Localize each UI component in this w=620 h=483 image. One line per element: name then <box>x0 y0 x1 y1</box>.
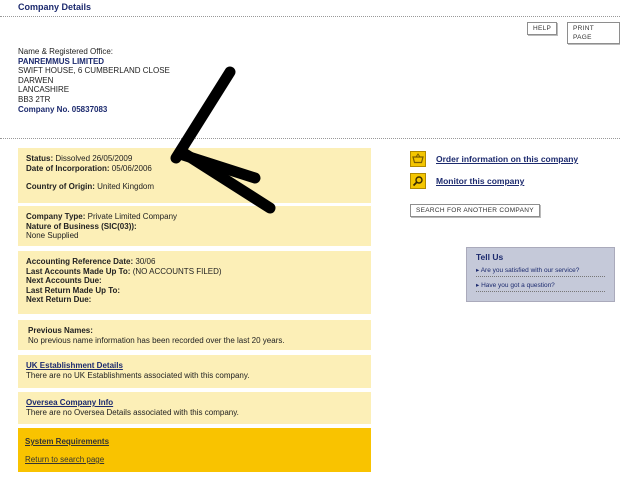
next-accounts-label: Next Accounts Due: <box>26 276 102 286</box>
previous-names-panel: Previous Names: No previous name informa… <box>18 320 371 350</box>
company-number: Company No. 05837083 <box>18 104 108 114</box>
company-type-label: Company Type: <box>26 212 86 221</box>
search-another-company-button[interactable]: SEARCH FOR ANOTHER COMPANY <box>410 204 540 217</box>
status-value: Dissolved 26/05/2009 <box>55 154 133 163</box>
nature-value: None Supplied <box>26 231 79 241</box>
magnifier-icon[interactable] <box>410 173 426 189</box>
country-value: United Kingdom <box>97 182 155 192</box>
tell-us-box: Tell Us ▸ Are you satisfied with our ser… <box>466 247 615 302</box>
uk-establishment-text: There are no UK Establishments associate… <box>26 370 250 380</box>
incorporation-value: 05/06/2006 <box>111 163 152 173</box>
print-page-button[interactable]: PRINT PAGE <box>567 22 620 44</box>
basket-icon[interactable] <box>410 151 426 167</box>
last-return-label: Last Return Made Up To: <box>26 285 121 295</box>
page-title: Company Details <box>18 2 92 12</box>
tell-us-item[interactable]: ▸ Are you satisfied with our service? <box>476 266 605 277</box>
status-label: Status: <box>26 154 54 163</box>
previous-names-text: No previous name information has been re… <box>28 335 285 345</box>
next-return-label: Next Return Due: <box>26 295 92 305</box>
registered-office: Name & Registered Office: PANREMMUS LIMI… <box>18 47 170 114</box>
divider <box>0 138 620 139</box>
accounting-ref-label: Accounting Reference Date: <box>26 257 134 266</box>
tell-us-title: Tell Us <box>476 252 504 262</box>
country-label: Country of Origin: <box>26 182 95 192</box>
last-accounts-value: (NO ACCOUNTS FILED) <box>132 266 222 276</box>
address-line: BB3 2TR <box>18 94 51 104</box>
footer-links: System Requirements Return to search pag… <box>18 428 371 472</box>
tell-us-item[interactable]: ▸ Have you got a question? <box>476 281 605 292</box>
oversea-link[interactable]: Oversea Company Info <box>26 398 113 407</box>
monitor-company-link[interactable]: Monitor this company <box>436 176 524 186</box>
address-line: DARWEN <box>18 75 54 85</box>
address-line: LANCASHIRE <box>18 85 70 95</box>
office-heading: Name & Registered Office: <box>18 47 114 56</box>
company-name: PANREMMUS LIMITED <box>18 56 105 66</box>
accounts-panel: Accounting Reference Date: 30/06 Last Ac… <box>18 251 371 314</box>
tell-us-item-label: Are you satisfied with our service? <box>480 267 580 274</box>
order-information-link[interactable]: Order information on this company <box>436 154 578 164</box>
return-to-search-link[interactable]: Return to search page <box>25 455 104 464</box>
nature-label: Nature of Business (SIC(03)): <box>26 221 137 231</box>
uk-establishment-link[interactable]: UK Establishment Details <box>26 361 123 370</box>
help-button[interactable]: HELP <box>527 22 558 35</box>
uk-establishment-panel: UK Establishment Details There are no UK… <box>18 355 371 388</box>
incorporation-label: Date of Incorporation: <box>26 163 110 173</box>
arrow-annotation <box>170 66 276 214</box>
last-accounts-label: Last Accounts Made Up To: <box>26 266 131 276</box>
previous-names-label: Previous Names: <box>28 326 93 335</box>
address-line: SWIFT HOUSE, 6 CUMBERLAND CLOSE <box>18 66 170 76</box>
system-requirements-link[interactable]: System Requirements <box>25 437 109 446</box>
tell-us-item-label: Have you got a question? <box>481 282 555 289</box>
divider <box>0 16 620 17</box>
oversea-panel: Oversea Company Info There are no Overse… <box>18 392 371 424</box>
accounting-ref-value: 30/06 <box>135 257 156 266</box>
oversea-text: There are no Oversea Details associated … <box>26 407 239 417</box>
